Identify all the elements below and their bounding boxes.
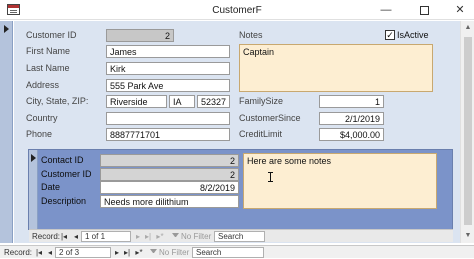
text-cursor-icon: [268, 172, 273, 182]
city-field[interactable]: Riverside: [106, 95, 167, 108]
main-first-record-button[interactable]: |◂: [34, 247, 44, 258]
customer-form-window: CustomerF — ✕ Customer ID 2 First Name J…: [0, 0, 474, 259]
subform-last-record-button[interactable]: ▸|: [143, 231, 153, 242]
notes-label: Notes: [239, 30, 263, 40]
main-filter-label: No Filter: [159, 248, 190, 257]
date-field[interactable]: 8/2/2019: [100, 181, 239, 194]
main-new-record-button[interactable]: ▸*: [134, 247, 144, 258]
subform-current-record-box[interactable]: 1 of 1: [81, 231, 131, 242]
notes-field[interactable]: Captain: [239, 44, 433, 92]
subform-record-label: Record:: [32, 232, 61, 241]
family-size-field[interactable]: 1: [319, 95, 384, 108]
is-active-checkbox[interactable]: ✓: [385, 30, 395, 40]
zip-field[interactable]: 52327: [197, 95, 230, 108]
first-name-label: First Name: [26, 46, 71, 56]
phone-label: Phone: [26, 129, 53, 139]
description-field[interactable]: Needs more dilithium: [100, 195, 239, 208]
is-active-label: IsActive: [397, 30, 429, 40]
subform-next-record-button[interactable]: ▸: [133, 231, 143, 242]
first-name-field[interactable]: James: [106, 45, 230, 58]
main-previous-record-button[interactable]: ◂: [45, 247, 55, 258]
scroll-up-icon[interactable]: ▲: [461, 22, 474, 34]
filter-icon: [150, 249, 157, 256]
subform-first-record-button[interactable]: |◂: [59, 231, 69, 242]
scroll-down-icon[interactable]: ▼: [461, 230, 474, 242]
last-name-label: Last Name: [26, 63, 70, 73]
family-size-label: FamilySize: [239, 96, 284, 106]
country-field[interactable]: [106, 112, 230, 125]
main-record-label: Record:: [4, 248, 33, 257]
description-label: Description: [41, 196, 87, 206]
subform-customer-id-field[interactable]: 2: [100, 168, 239, 181]
maximize-icon: [419, 5, 429, 15]
window-title: CustomerF: [212, 5, 262, 16]
address-field[interactable]: 555 Park Ave: [106, 79, 230, 92]
subform-search-box[interactable]: Search: [214, 231, 265, 242]
state-field[interactable]: IA: [169, 95, 195, 108]
close-button[interactable]: ✕: [445, 0, 474, 20]
title-bar: CustomerF — ✕: [0, 0, 474, 20]
main-search-box[interactable]: Search: [192, 247, 264, 258]
subform-navigation-bar: Record: |◂ ◂ 1 of 1 ▸ ▸| ▸* No Filter Se…: [29, 229, 453, 242]
contact-id-field[interactable]: 2: [100, 154, 239, 167]
subform-previous-record-button[interactable]: ◂: [71, 231, 81, 242]
city-state-zip-label: City, State, ZIP:: [26, 96, 89, 106]
subform-record-selector[interactable]: [29, 150, 38, 229]
main-filter-indicator[interactable]: No Filter: [150, 247, 189, 258]
record-selector[interactable]: [0, 21, 13, 243]
last-name-field[interactable]: Kirk: [106, 62, 230, 75]
main-navigation-bar: Record: |◂ ◂ 2 of 3 ▸ ▸| ▸* No Filter Se…: [0, 245, 474, 258]
credit-limit-label: CreditLimit: [239, 129, 283, 139]
contact-id-label: Contact ID: [41, 155, 84, 165]
subform-filter-label: No Filter: [181, 232, 212, 241]
phone-field[interactable]: 8887771701: [106, 128, 230, 141]
main-next-record-button[interactable]: ▸: [112, 247, 122, 258]
minimize-button[interactable]: —: [371, 0, 401, 20]
customer-since-field[interactable]: 2/1/2019: [319, 112, 384, 125]
subform-current-record-arrow-icon: [31, 154, 36, 162]
subform-new-record-button[interactable]: ▸*: [155, 231, 165, 242]
customer-since-label: CustomerSince: [239, 113, 301, 123]
subform-customer-id-label: Customer ID: [41, 169, 92, 179]
credit-limit-field[interactable]: $4,000.00: [319, 128, 384, 141]
main-current-record-box[interactable]: 2 of 3: [55, 247, 111, 258]
current-record-arrow-icon: [4, 25, 9, 33]
country-label: Country: [26, 113, 58, 123]
filter-icon: [172, 233, 179, 240]
customer-id-label: Customer ID: [26, 30, 77, 40]
subform-filter-indicator[interactable]: No Filter: [172, 231, 211, 242]
maximize-button[interactable]: [409, 0, 439, 20]
address-label: Address: [26, 80, 60, 90]
scrollbar-thumb[interactable]: [464, 37, 472, 225]
customer-id-field[interactable]: 2: [106, 29, 174, 42]
form-vertical-scrollbar[interactable]: ▲ ▼: [460, 21, 474, 243]
date-label: Date: [41, 182, 61, 192]
main-last-record-button[interactable]: ▸|: [122, 247, 132, 258]
